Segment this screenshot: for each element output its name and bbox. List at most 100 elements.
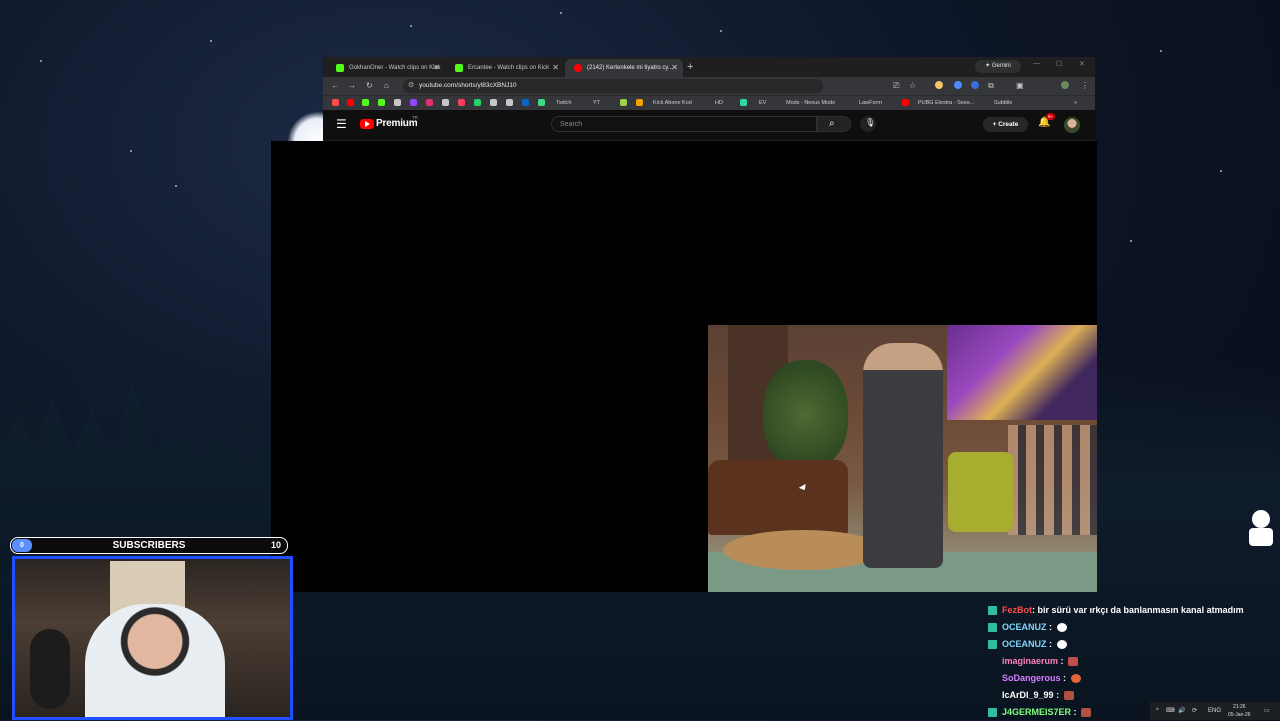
kick-favicon-icon — [455, 64, 463, 72]
new-tab-button[interactable]: + — [687, 59, 693, 75]
bookmark-icon[interactable] — [522, 99, 529, 106]
chat-text: : — [1049, 639, 1053, 649]
extension-icon[interactable] — [954, 81, 962, 89]
subscriber-goal-label: SUBSCRIBERS — [112, 540, 186, 551]
star — [720, 30, 722, 32]
tab-strip: GokhanOner - Watch clips on Kick ✕ Ercan… — [323, 57, 1095, 77]
home-icon[interactable]: ⌂ — [384, 79, 389, 93]
bookmark-icon[interactable] — [538, 99, 545, 106]
url-text: youtube.com/shorts/yl83cXBNJ10 — [419, 82, 517, 89]
bookmark-icon[interactable] — [620, 99, 627, 106]
bookmark-icon[interactable] — [506, 99, 513, 106]
bookmark-lawform[interactable]: LawForm — [859, 96, 882, 110]
close-tab-icon[interactable]: ✕ — [433, 59, 440, 77]
tab-gokhanoner[interactable]: GokhanOner - Watch clips on Kick ✕ — [327, 59, 445, 77]
profile-avatar-icon[interactable] — [1061, 81, 1069, 89]
chat-username: IcArDI_9_99 — [1002, 690, 1054, 700]
kick-badge-icon — [988, 623, 997, 632]
bookmark-pubg[interactable]: PUBG Elestra - Sees... — [918, 96, 974, 110]
gemini-button[interactable]: ✦ Gemini — [975, 60, 1021, 73]
extension-icon[interactable] — [971, 81, 979, 89]
bookmark-icon[interactable] — [490, 99, 497, 106]
chat-emote-icon — [1070, 674, 1081, 684]
reload-icon[interactable]: ↻ — [366, 79, 373, 93]
notification-center-icon[interactable]: ▭ — [1264, 702, 1270, 720]
clock[interactable]: 21:26 05-Jan-26 — [1228, 703, 1251, 719]
bookmark-icon[interactable] — [902, 99, 909, 106]
bookmark-icon[interactable] — [394, 99, 401, 106]
volume-icon[interactable]: 🔊 — [1178, 702, 1185, 720]
youtube-favicon-icon — [574, 64, 582, 72]
create-label: Create — [998, 121, 1019, 128]
close-window-icon[interactable]: ✕ — [1079, 60, 1085, 68]
sync-icon[interactable]: ⟳ — [1192, 702, 1197, 720]
bookmark-kick-abone-kod[interactable]: Kick Abone Kod — [653, 96, 692, 110]
bookmark-icon[interactable] — [442, 99, 449, 106]
chat-message: OCEANUZ : — [988, 619, 1280, 636]
youtube-header: ☰ Premium TR Search ⌕ 🎙 + Create 🔔 9+ — [323, 110, 1095, 140]
bookmark-twitch[interactable]: Twitch — [556, 96, 572, 110]
bookmark-icon[interactable] — [347, 99, 354, 106]
bookmark-icon[interactable] — [458, 99, 465, 106]
language-indicator[interactable]: ENG — [1208, 702, 1221, 720]
chat-username: OCEANUZ — [1002, 622, 1047, 632]
bookmark-icon[interactable] — [362, 99, 369, 106]
menu-icon[interactable]: ☰ — [336, 117, 347, 131]
bookmark-ev[interactable]: EV — [759, 96, 766, 110]
account-avatar[interactable] — [1064, 117, 1080, 133]
bookmark-icon[interactable] — [410, 99, 417, 106]
subscriber-goal-target: 10 — [270, 540, 281, 550]
bookmark-hd[interactable]: HD — [715, 96, 723, 110]
extension-icon[interactable] — [935, 81, 943, 89]
extensions-puzzle-icon[interactable]: ⧉ — [988, 79, 994, 93]
taskbar-tray: ^ ⌨ 🔊 ⟳ ENG 21:26 05-Jan-26 ▭ — [1150, 702, 1280, 720]
bookmark-star-icon[interactable]: ☆ — [909, 79, 916, 93]
network-icon[interactable]: ⌨ — [1166, 702, 1175, 720]
chat-username: imaginaerum — [1002, 656, 1059, 666]
star — [1160, 50, 1162, 52]
bookmark-icon[interactable] — [740, 99, 747, 106]
chat-text: : — [1060, 656, 1064, 666]
bookmark-icon[interactable] — [426, 99, 433, 106]
search-button[interactable]: ⌕ — [817, 116, 851, 132]
search-icon: ⌕ — [829, 118, 835, 129]
tab-youtube-short[interactable]: (2142) Kertenkele mi tiyatro cy... ✕ — [565, 59, 683, 77]
back-icon[interactable]: ← — [331, 79, 339, 93]
bookmark-subtitle[interactable]: Subtitle — [994, 96, 1012, 110]
browser-toolbar: ← → ↻ ⌂ ⚙ youtube.com/shorts/yl83cXBNJ10… — [323, 77, 1095, 95]
tray-chevron-icon[interactable]: ^ — [1156, 702, 1159, 720]
chat-text: : — [1063, 673, 1067, 683]
sidepanel-icon[interactable]: ▣ — [1016, 79, 1024, 93]
webcam-streamer — [85, 604, 225, 717]
address-bar[interactable]: ⚙ youtube.com/shorts/yl83cXBNJ10 — [403, 79, 823, 93]
close-tab-icon[interactable]: ✕ — [671, 59, 678, 77]
search-input[interactable]: Search — [551, 116, 817, 132]
star — [210, 40, 212, 42]
bookmark-icon[interactable] — [636, 99, 643, 106]
chat-emote-icon — [1068, 657, 1079, 667]
cast-icon[interactable]: ⎚ — [893, 79, 899, 93]
browser-menu-icon[interactable]: ⋮ — [1081, 79, 1089, 93]
voice-search-button[interactable]: 🎙 — [860, 116, 876, 132]
bookmark-icon[interactable] — [378, 99, 385, 106]
close-tab-icon[interactable]: ✕ — [552, 59, 559, 77]
minimize-icon[interactable]: — — [1033, 60, 1040, 67]
forward-icon[interactable]: → — [348, 79, 356, 93]
browser-window: GokhanOner - Watch clips on Kick ✕ Ercan… — [323, 57, 1095, 141]
site-info-icon[interactable]: ⚙ — [408, 79, 414, 93]
studio-audience — [1008, 425, 1097, 535]
bookmark-icon[interactable] — [474, 99, 481, 106]
maximize-icon[interactable]: ☐ — [1056, 60, 1062, 68]
bookmark-nexus-mods[interactable]: Mods - Nexus Mods — [786, 96, 835, 110]
tab-ercantee[interactable]: Ercantee - Watch clips on Kick ✕ — [446, 59, 564, 77]
bookmarks-overflow-icon[interactable]: » — [1074, 96, 1077, 110]
star — [40, 60, 42, 62]
video-frame[interactable] — [708, 325, 1097, 592]
emote-body — [1249, 528, 1273, 546]
create-button[interactable]: + Create — [983, 117, 1028, 132]
bookmark-icon[interactable] — [332, 99, 339, 106]
star — [175, 185, 177, 187]
bookmark-yt[interactable]: YT — [593, 96, 600, 110]
star — [560, 12, 562, 14]
youtube-logo-icon[interactable] — [360, 119, 374, 129]
